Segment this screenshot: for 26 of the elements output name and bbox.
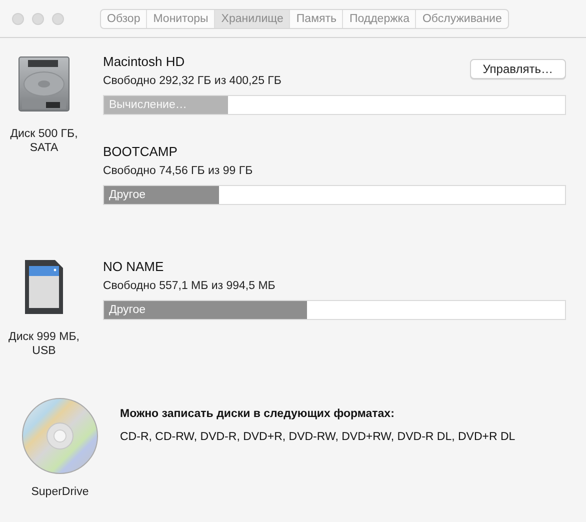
tab[interactable]: Обзор (101, 10, 146, 28)
hard-drive-icon (18, 56, 70, 112)
usage-category-label: Вычисление… (109, 99, 187, 111)
volume-name: BOOTCAMP (103, 144, 178, 161)
minimize-button[interactable] (32, 12, 44, 24)
free-space-text: Свободно 292,32 ГБ из 400,25 ГБ (103, 75, 282, 87)
usage-category-label: Другое (109, 304, 146, 316)
volume-name: NO NAME (103, 259, 165, 276)
free-space-text: Свободно 557,1 МБ из 994,5 МБ (103, 280, 276, 292)
memory-card-icon (24, 259, 64, 315)
device-label: SuperDrive (31, 485, 89, 499)
close-button[interactable] (12, 12, 24, 24)
tab[interactable]: Обслуживание (415, 10, 508, 28)
tab[interactable]: Память (289, 10, 342, 28)
zoom-button[interactable] (52, 12, 64, 24)
device-label: Диск 999 МБ, USB (8, 330, 80, 358)
manage-button[interactable]: Управлять… (470, 59, 566, 79)
volume-name: Macintosh HD (103, 54, 186, 71)
tab[interactable]: Поддержка (342, 10, 416, 28)
free-space-text: Свободно 74,56 ГБ из 99 ГБ (103, 165, 253, 177)
device-label: Диск 500 ГБ, SATA (9, 127, 79, 155)
formats-list: CD-R, CD-RW, DVD-R, DVD+R, DVD-RW, DVD+RW, DVD-R DL, DVD+R DL (120, 431, 570, 443)
tab[interactable]: Хранилище (214, 10, 290, 28)
usage-category-label: Другое (109, 189, 146, 201)
disc-icon (21, 397, 99, 475)
formats-heading: Можно записать диски в следующих форматах: (120, 408, 396, 420)
